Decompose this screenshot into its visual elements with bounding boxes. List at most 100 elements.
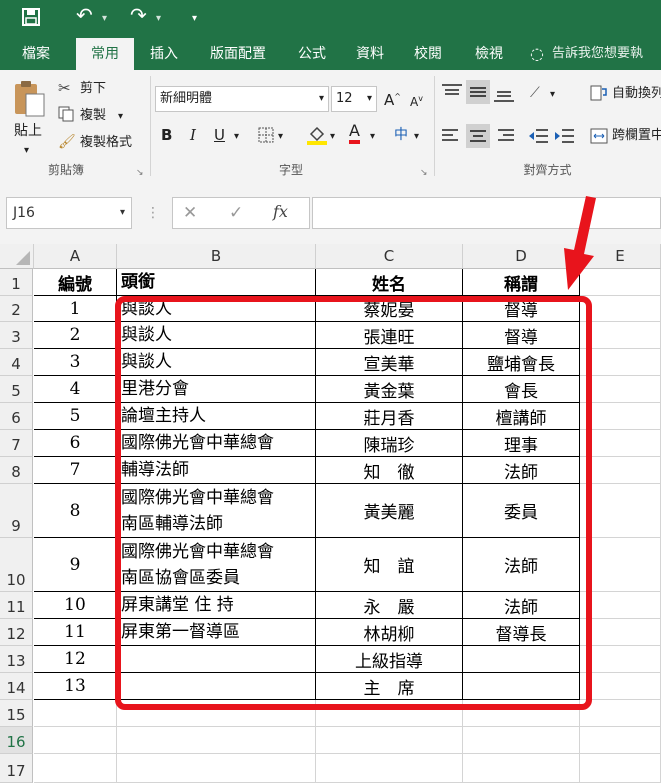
- row-header-2[interactable]: 2: [0, 296, 33, 322]
- table-cell-c[interactable]: 永 嚴: [316, 592, 463, 619]
- grow-font-icon[interactable]: A^: [384, 88, 401, 109]
- copy-dropdown-icon[interactable]: ▾: [118, 108, 123, 126]
- table-cell-b[interactable]: 國際佛光會中華總會: [117, 430, 316, 457]
- empty-cell[interactable]: [34, 700, 117, 727]
- italic-button[interactable]: I: [190, 126, 196, 144]
- enter-icon[interactable]: ✓: [229, 204, 243, 222]
- cancel-icon[interactable]: ✕: [183, 204, 197, 222]
- table-cell-c[interactable]: 黃金葉: [316, 376, 463, 403]
- table-cell-b[interactable]: [117, 646, 316, 673]
- customize-toolbar-icon[interactable]: ▾: [192, 8, 197, 30]
- format-painter-icon[interactable]: 🖌: [58, 134, 76, 150]
- tab-page-layout[interactable]: 版面配置: [198, 38, 278, 70]
- table-cell-d[interactable]: 法師: [463, 592, 580, 619]
- table-cell-a[interactable]: 3: [34, 349, 117, 376]
- table-cell-b[interactable]: 國際佛光會中華總會 南區協會區委員: [117, 538, 316, 592]
- format-painter-button[interactable]: 複製格式: [80, 134, 132, 152]
- worksheet-grid[interactable]: ABCDE 1 2 3 4 5 6 7 8 9 10 11 12 13 14 15 16 17 編號 頭銜 姓名 稱謂…: [0, 244, 661, 783]
- merge-center-button[interactable]: 跨欄置中: [612, 127, 661, 145]
- fill-color-dropdown-icon[interactable]: ▾: [330, 128, 335, 146]
- row-header-10[interactable]: 10: [0, 538, 33, 592]
- table-cell-a[interactable]: 7: [34, 457, 117, 484]
- table-cell-a[interactable]: 10: [34, 592, 117, 619]
- increase-indent-icon[interactable]: [554, 128, 574, 148]
- table-cell-d[interactable]: 檀講師: [463, 403, 580, 430]
- orientation-dropdown-icon[interactable]: ▾: [550, 86, 555, 104]
- fill-color-icon[interactable]: [306, 124, 328, 150]
- empty-cell[interactable]: [580, 457, 661, 484]
- row-header-4[interactable]: 4: [0, 349, 33, 376]
- column-header-c[interactable]: C: [316, 244, 463, 269]
- table-cell-a[interactable]: 8: [34, 484, 117, 538]
- wrap-text-icon[interactable]: [590, 84, 608, 106]
- table-cell-b[interactable]: 與談人: [117, 322, 316, 349]
- table-cell-a[interactable]: 11: [34, 619, 117, 646]
- tab-data[interactable]: 資料: [346, 38, 394, 70]
- empty-cell[interactable]: [316, 700, 463, 727]
- undo-icon[interactable]: ↶: [76, 4, 93, 26]
- empty-cell[interactable]: [580, 754, 661, 783]
- table-cell-d[interactable]: 鹽埔會長: [463, 349, 580, 376]
- save-icon[interactable]: [22, 8, 40, 32]
- empty-cell[interactable]: [34, 754, 117, 783]
- align-middle-icon[interactable]: [466, 80, 490, 104]
- table-cell-c[interactable]: 莊月香: [316, 403, 463, 430]
- align-bottom-icon[interactable]: [494, 84, 514, 106]
- table-cell-d[interactable]: 委員: [463, 484, 580, 538]
- tab-view[interactable]: 檢視: [462, 38, 516, 70]
- copy-button[interactable]: 複製: [80, 107, 106, 125]
- table-header-c[interactable]: 姓名: [316, 269, 463, 296]
- phonetic-guide-button[interactable]: 中: [394, 126, 408, 144]
- table-cell-b[interactable]: 論壇主持人: [117, 403, 316, 430]
- table-cell-a[interactable]: 6: [34, 430, 117, 457]
- phonetic-dropdown-icon[interactable]: ▾: [414, 128, 419, 146]
- formula-bar-resize-handle[interactable]: ⋮: [146, 204, 160, 222]
- table-cell-b[interactable]: [117, 673, 316, 700]
- empty-cell[interactable]: [463, 754, 580, 783]
- borders-icon[interactable]: [258, 127, 274, 147]
- table-cell-a[interactable]: 9: [34, 538, 117, 592]
- table-cell-d[interactable]: 督導長: [463, 619, 580, 646]
- row-header-12[interactable]: 12: [0, 619, 33, 646]
- table-cell-c[interactable]: 黃美麗: [316, 484, 463, 538]
- empty-cell[interactable]: [580, 484, 661, 538]
- table-header-b[interactable]: 頭銜: [117, 269, 316, 296]
- table-cell-c[interactable]: 蔡妮晏: [316, 296, 463, 322]
- underline-dropdown-icon[interactable]: ▾: [234, 128, 239, 146]
- cut-button[interactable]: 剪下: [80, 80, 106, 98]
- empty-cell[interactable]: [117, 727, 316, 754]
- font-color-dropdown-icon[interactable]: ▾: [370, 128, 375, 146]
- table-cell-a[interactable]: 4: [34, 376, 117, 403]
- table-cell-c[interactable]: 上級指導: [316, 646, 463, 673]
- empty-cell[interactable]: [580, 430, 661, 457]
- row-header-8[interactable]: 8: [0, 457, 33, 484]
- row-header-9[interactable]: 9: [0, 484, 33, 538]
- table-cell-a[interactable]: 12: [34, 646, 117, 673]
- tab-formulas[interactable]: 公式: [288, 38, 336, 70]
- row-header-15[interactable]: 15: [0, 700, 33, 727]
- table-cell-a[interactable]: 5: [34, 403, 117, 430]
- table-cell-c[interactable]: 主 席: [316, 673, 463, 700]
- align-center-icon[interactable]: [466, 124, 490, 148]
- bold-button[interactable]: B: [161, 126, 172, 144]
- font-name-select[interactable]: 新細明體 ▾: [155, 86, 329, 112]
- paste-label[interactable]: 貼上: [14, 122, 42, 140]
- table-cell-d[interactable]: 法師: [463, 538, 580, 592]
- redo-dropdown-icon[interactable]: ▾: [156, 8, 161, 30]
- empty-cell[interactable]: [316, 754, 463, 783]
- empty-cell[interactable]: [580, 296, 661, 322]
- table-cell-a[interactable]: 1: [34, 296, 117, 322]
- table-cell-c[interactable]: 知 誼: [316, 538, 463, 592]
- align-top-icon[interactable]: [442, 84, 462, 106]
- table-cell-b[interactable]: 國際佛光會中華總會 南區輔導法師: [117, 484, 316, 538]
- table-cell-d[interactable]: [463, 673, 580, 700]
- table-cell-d[interactable]: 理事: [463, 430, 580, 457]
- tab-insert[interactable]: 插入: [140, 38, 188, 70]
- undo-dropdown-icon[interactable]: ▾: [102, 8, 107, 30]
- borders-dropdown-icon[interactable]: ▾: [278, 128, 283, 146]
- font-size-select[interactable]: 12 ▾: [331, 86, 377, 112]
- wrap-text-button[interactable]: 自動換列: [612, 85, 661, 103]
- shrink-font-icon[interactable]: Av: [410, 90, 423, 111]
- empty-cell[interactable]: [580, 349, 661, 376]
- empty-cell[interactable]: [580, 619, 661, 646]
